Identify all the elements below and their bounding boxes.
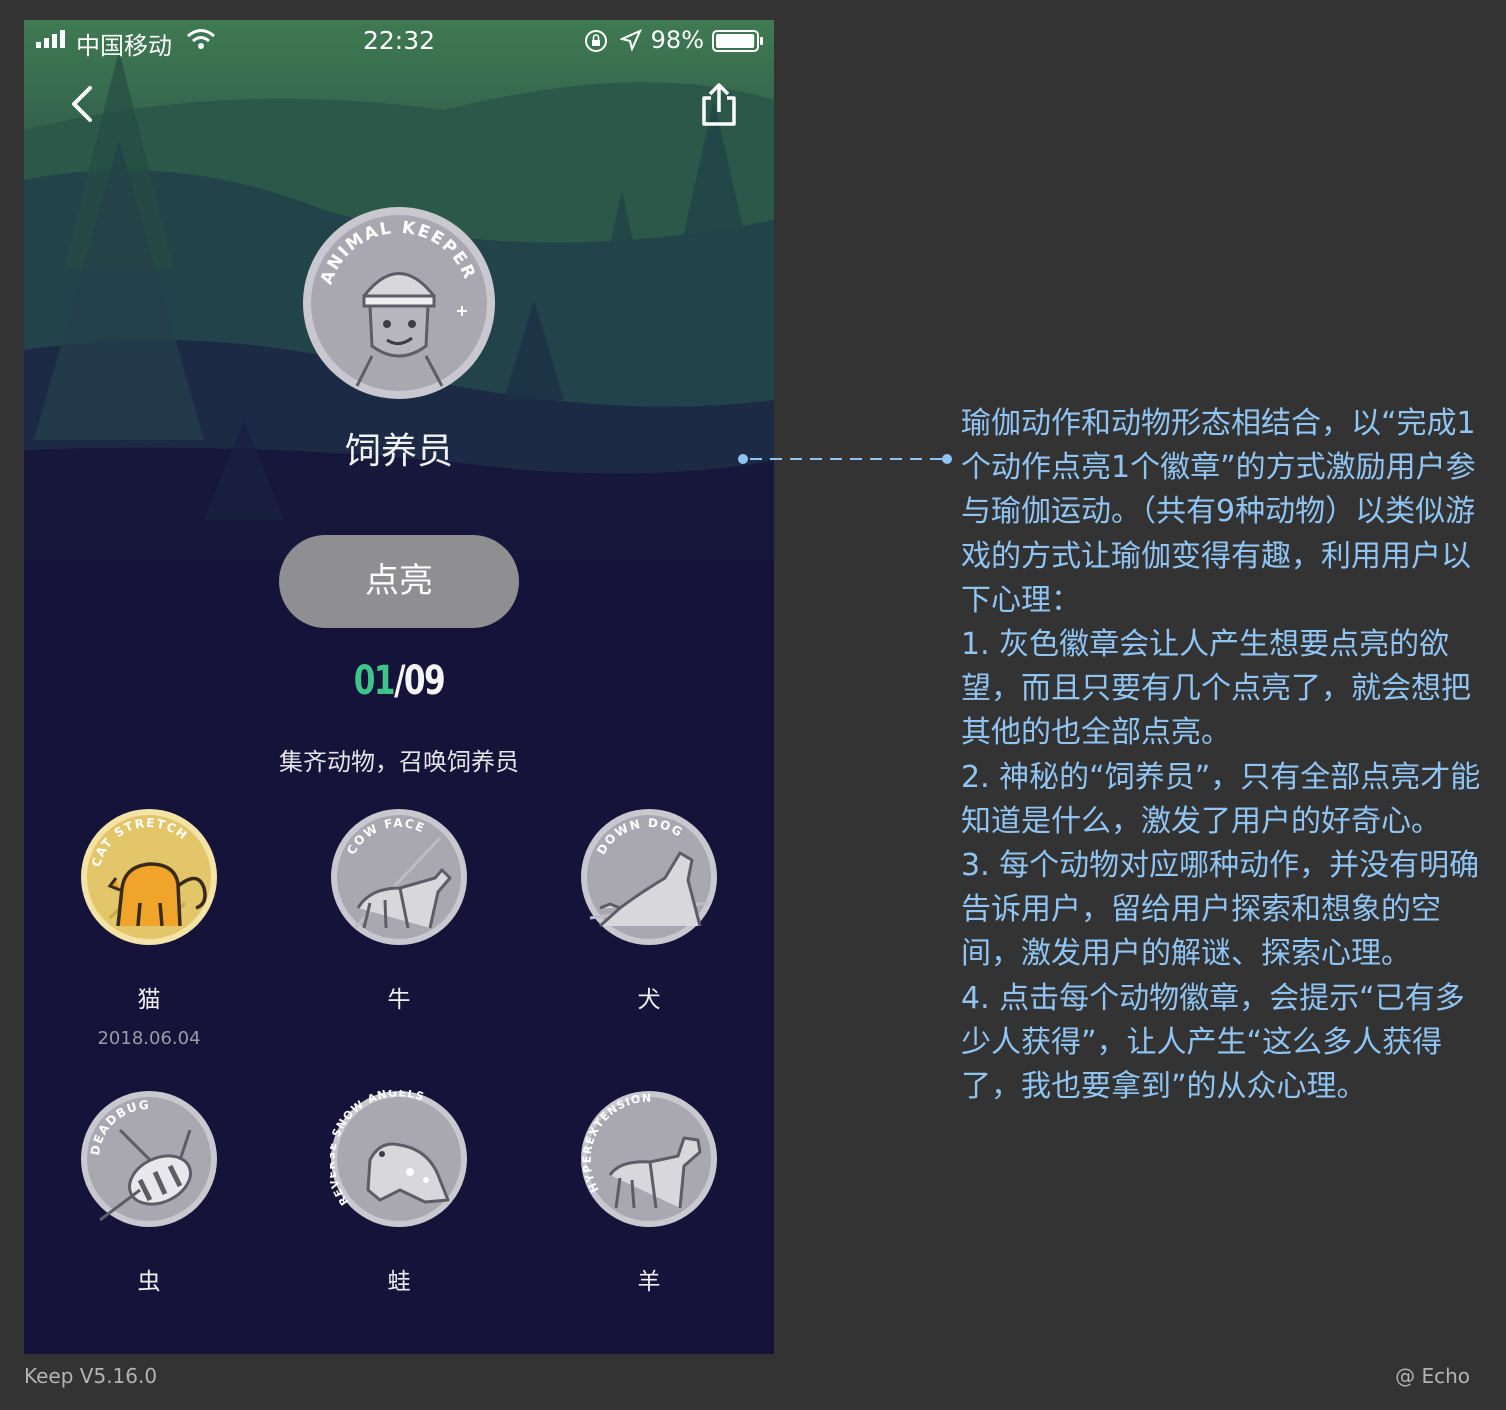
chevron-left-icon[interactable] bbox=[64, 84, 104, 124]
animal-date: 2018.06.04 bbox=[97, 1028, 201, 1049]
annotation-text: 瑜伽动作和动物形态相结合，以“完成1个动作点亮1个徽章”的方式激励用户参与瑜伽运… bbox=[961, 402, 1481, 1109]
animal-badge-cat[interactable]: CAT STRETCH 猫 2018.06.04 bbox=[24, 808, 274, 1049]
battery-fill bbox=[716, 34, 755, 48]
phone-screen: 中国移动 22:32 98% ANIMAL KEEPER 饲养员 点亮 01/0… bbox=[24, 20, 774, 1354]
battery-icon bbox=[712, 30, 763, 52]
battery-percent: 98% bbox=[650, 26, 704, 54]
deadbug-badge-icon: DEADBUG bbox=[81, 1091, 217, 1227]
progress-separator: / bbox=[394, 658, 405, 704]
animal-name: 犬 bbox=[637, 987, 661, 1013]
down-dog-badge-icon: DOWN DOG bbox=[581, 809, 717, 945]
animal-badge-bug[interactable]: DEADBUG 虫 bbox=[24, 1090, 274, 1296]
animal-badge-cow[interactable]: COW FACE 牛 bbox=[274, 808, 524, 1014]
progress-current: 01 bbox=[353, 658, 396, 704]
animal-name: 猫 bbox=[137, 987, 161, 1013]
author-credit: @ Echo bbox=[1395, 1364, 1470, 1388]
progress-total: 09 bbox=[403, 658, 446, 704]
progress-counter: 01/09 bbox=[107, 658, 692, 704]
annotation-paragraph: 4. 点击每个动物徽章，会提示“已有多少人获得”，让人产生“这么多人获得了，我也… bbox=[961, 980, 1465, 1105]
collection-subtitle: 集齐动物，召唤饲养员 bbox=[279, 748, 519, 776]
location-icon bbox=[620, 29, 642, 51]
animal-badge-sheep[interactable]: HYPEREXTENSION 羊 bbox=[524, 1090, 774, 1296]
annotation-paragraph: 瑜伽动作和动物形态相结合，以“完成1个动作点亮1个徽章”的方式激励用户参与瑜伽运… bbox=[961, 406, 1476, 618]
share-icon[interactable] bbox=[698, 82, 740, 128]
cow-face-badge-icon: COW FACE bbox=[331, 809, 467, 945]
annotation-paragraph: 3. 每个动物对应哪种动作，并没有明确告诉用户，留给用户探索和想象的空间，激发用… bbox=[961, 848, 1480, 972]
status-bar: 中国移动 22:32 98% bbox=[24, 20, 774, 60]
animal-name: 牛 bbox=[387, 987, 411, 1013]
rotation-lock-icon bbox=[585, 30, 607, 52]
animal-name: 虫 bbox=[137, 1269, 161, 1295]
app-version-label: Keep V5.16.0 bbox=[24, 1364, 158, 1388]
annotation-connector bbox=[738, 454, 952, 464]
light-up-button[interactable]: 点亮 bbox=[279, 535, 519, 628]
badge-title: 饲养员 bbox=[344, 431, 453, 472]
cat-stretch-badge-icon: CAT STRETCH bbox=[81, 809, 217, 945]
reverse-snow-angels-badge-icon: REVERSE SNOW ANGELS bbox=[330, 1090, 467, 1227]
hyperextension-badge-icon: HYPEREXTENSION bbox=[581, 1091, 717, 1227]
animal-keeper-badge[interactable]: ANIMAL KEEPER bbox=[302, 206, 496, 400]
annotation-paragraph: 2. 神秘的“饲养员”，只有全部点亮才能知道是什么，激发了用户的好奇心。 bbox=[961, 759, 1481, 839]
animal-name: 羊 bbox=[637, 1269, 661, 1295]
animal-badge-frog[interactable]: REVERSE SNOW ANGELS 蛙 bbox=[274, 1090, 524, 1296]
annotation-paragraph: 1. 灰色徽章会让人产生想要点亮的欲望，而且只要有几个点亮了，就会想把其他的也全… bbox=[961, 627, 1471, 751]
animal-name: 蛙 bbox=[387, 1269, 411, 1295]
animal-badge-dog[interactable]: DOWN DOG 犬 bbox=[524, 808, 774, 1014]
